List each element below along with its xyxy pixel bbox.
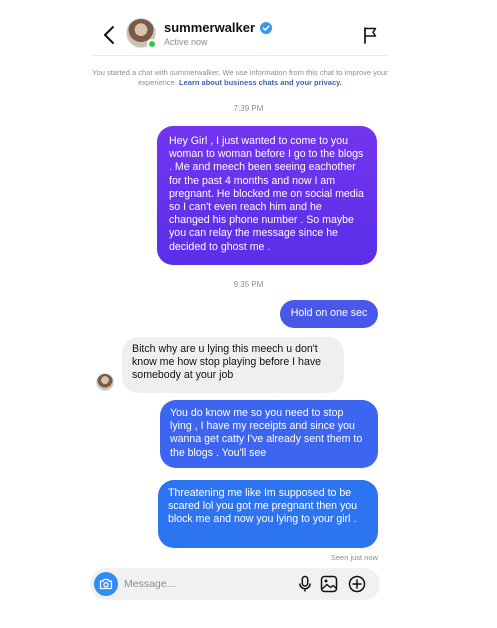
privacy-link[interactable]: Learn about business chats and your priv…	[179, 78, 342, 87]
seen-receipt: Seen just now	[330, 553, 378, 562]
sender-avatar[interactable]	[96, 373, 114, 391]
camera-button[interactable]	[94, 572, 118, 596]
contact-avatar[interactable]	[126, 18, 157, 49]
chat-header: summerwalker Active now	[92, 14, 388, 56]
timestamp: 9:35 PM	[233, 280, 264, 289]
timestamp: 7:39 PM	[233, 104, 264, 113]
outgoing-message[interactable]: Hold on one sec	[280, 300, 378, 328]
outgoing-message[interactable]: Threatening me like Im supposed to be sc…	[158, 480, 378, 548]
online-indicator	[147, 39, 157, 49]
message-input[interactable]	[124, 575, 284, 593]
outgoing-message[interactable]: You do know me so you need to stop lying…	[160, 400, 378, 468]
contact-username: summerwalker	[164, 20, 256, 35]
flag-icon[interactable]	[362, 26, 378, 44]
verified-badge-icon	[260, 21, 273, 34]
camera-icon	[99, 578, 113, 590]
microphone-icon[interactable]	[296, 575, 314, 593]
business-chat-notice: You started a chat with summerwalker. We…	[90, 68, 390, 88]
contact-name-row[interactable]: summerwalker	[164, 20, 273, 35]
add-circle-icon[interactable]	[348, 575, 366, 593]
message-composer	[90, 568, 380, 600]
outgoing-message[interactable]: Hey Girl , I just wanted to come to you …	[157, 126, 377, 265]
incoming-message[interactable]: Bitch why are u lying this meech u don't…	[122, 337, 344, 393]
chat-screen: summerwalker Active now You started a ch…	[0, 0, 497, 628]
active-status: Active now	[164, 37, 208, 47]
gallery-icon[interactable]	[320, 575, 338, 593]
back-arrow-icon[interactable]	[100, 24, 120, 46]
